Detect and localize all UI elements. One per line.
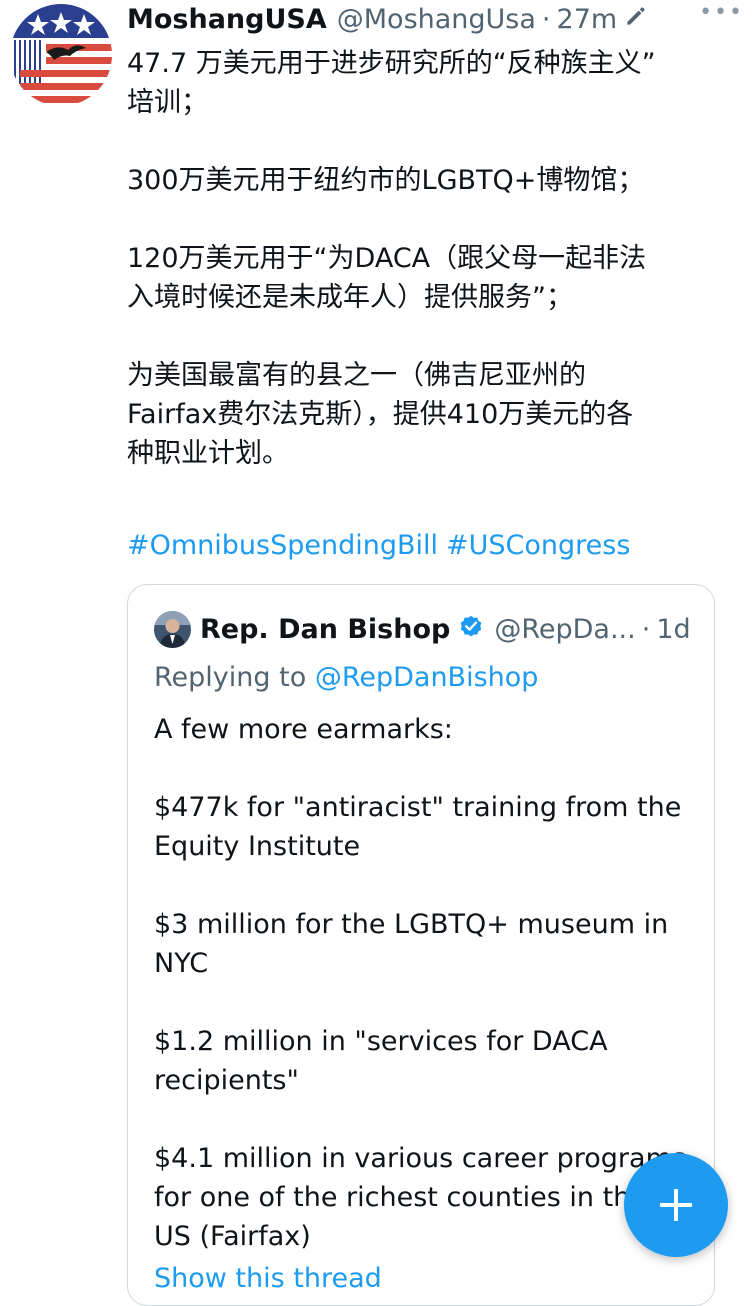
quoted-author-handle[interactable]: @RepDa...	[494, 614, 635, 645]
line: A few more earmarks:	[154, 714, 453, 745]
author-name[interactable]: MoshangUSA	[127, 4, 327, 35]
quoted-author-avatar[interactable]	[154, 610, 191, 648]
tweet-header: MoshangUSA @MoshangUsa · 27m	[127, 2, 732, 36]
line: 300万美元用于纽约市的LGBTQ+博物馆；	[127, 165, 645, 196]
flag-logo-icon	[10, 4, 112, 106]
line: $4.1 million in various career programs	[154, 1143, 686, 1174]
edit-pencil-icon	[623, 3, 649, 36]
verified-badge-icon	[458, 613, 484, 646]
quoted-tweet-header: Rep. Dan Bishop @RepDa... · 1d	[154, 609, 694, 649]
author-handle[interactable]: @MoshangUsa	[337, 4, 536, 35]
line: 120万美元用于“为DACA（跟父母一起非法	[127, 243, 647, 274]
line: 种职业计划。	[127, 438, 289, 469]
quoted-author-name[interactable]: Rep. Dan Bishop	[200, 614, 450, 645]
quoted-paragraph-4: $1.2 million in "services for DACA recip…	[154, 1022, 699, 1100]
compose-button[interactable]	[624, 1153, 728, 1257]
show-thread-link[interactable]: Show this thread	[154, 1263, 382, 1294]
mention-link[interactable]: @RepDanBishop	[315, 662, 539, 693]
tweet-paragraph-2: 300万美元用于纽约市的LGBTQ+博物馆；	[127, 161, 717, 200]
quoted-tweet-time[interactable]: 1d	[656, 614, 690, 645]
line: 47.7 万美元用于进步研究所的“反种族主义”	[127, 48, 656, 79]
line: US (Fairfax)	[154, 1221, 311, 1252]
separator-dot: ·	[541, 3, 551, 35]
line: Equity Institute	[154, 831, 361, 862]
line: for one of the richest counties in the	[154, 1182, 647, 1213]
more-horizontal-icon[interactable]: •••	[699, 0, 744, 25]
separator-dot: ·	[641, 613, 651, 645]
tweet-text: 47.7 万美元用于进步研究所的“反种族主义” 培训； 300万美元用于纽约市的…	[127, 44, 717, 473]
quoted-paragraph-3: $3 million for the LGBTQ+ museum in NYC	[154, 905, 699, 983]
replying-to-label: Replying to	[154, 662, 315, 693]
quoted-tweet-text: A few more earmarks: $477k for "antiraci…	[154, 710, 699, 1256]
line: 为美国最富有的县之一（佛吉尼亚州的	[127, 360, 586, 391]
hashtag-link[interactable]: #OmnibusSpendingBill	[127, 530, 438, 561]
author-avatar[interactable]	[10, 4, 112, 106]
line: $3 million for the LGBTQ+ museum in	[154, 909, 669, 940]
plus-icon	[660, 1189, 692, 1221]
tweet-paragraph-3: 120万美元用于“为DACA（跟父母一起非法 入境时候还是未成年人）提供服务”；	[127, 239, 717, 317]
line: Fairfax费尔法克斯），提供410万美元的各	[127, 399, 634, 430]
tweet-paragraph-4: 为美国最富有的县之一（佛吉尼亚州的 Fairfax费尔法克斯），提供410万美元…	[127, 356, 717, 473]
quoted-paragraph-5: $4.1 million in various career programs …	[154, 1139, 699, 1256]
line: 入境时候还是未成年人）提供服务”；	[127, 282, 573, 313]
replying-to-line: Replying to @RepDanBishop	[154, 662, 538, 693]
line: NYC	[154, 948, 209, 979]
hashtag-link[interactable]: #USCongress	[446, 530, 630, 561]
tweet-paragraph-1: 47.7 万美元用于进步研究所的“反种族主义” 培训；	[127, 44, 717, 122]
quoted-paragraph-1: A few more earmarks:	[154, 710, 699, 749]
line: $477k for "antiracist" training from the	[154, 792, 682, 823]
line: 培训；	[127, 87, 208, 118]
tweet-time[interactable]: 27m	[557, 4, 618, 35]
line: $1.2 million in "services for DACA	[154, 1026, 608, 1057]
quoted-paragraph-2: $477k for "antiracist" training from the…	[154, 788, 699, 866]
hashtag-row: #OmnibusSpendingBill #USCongress	[127, 530, 638, 561]
line: recipients"	[154, 1065, 299, 1096]
